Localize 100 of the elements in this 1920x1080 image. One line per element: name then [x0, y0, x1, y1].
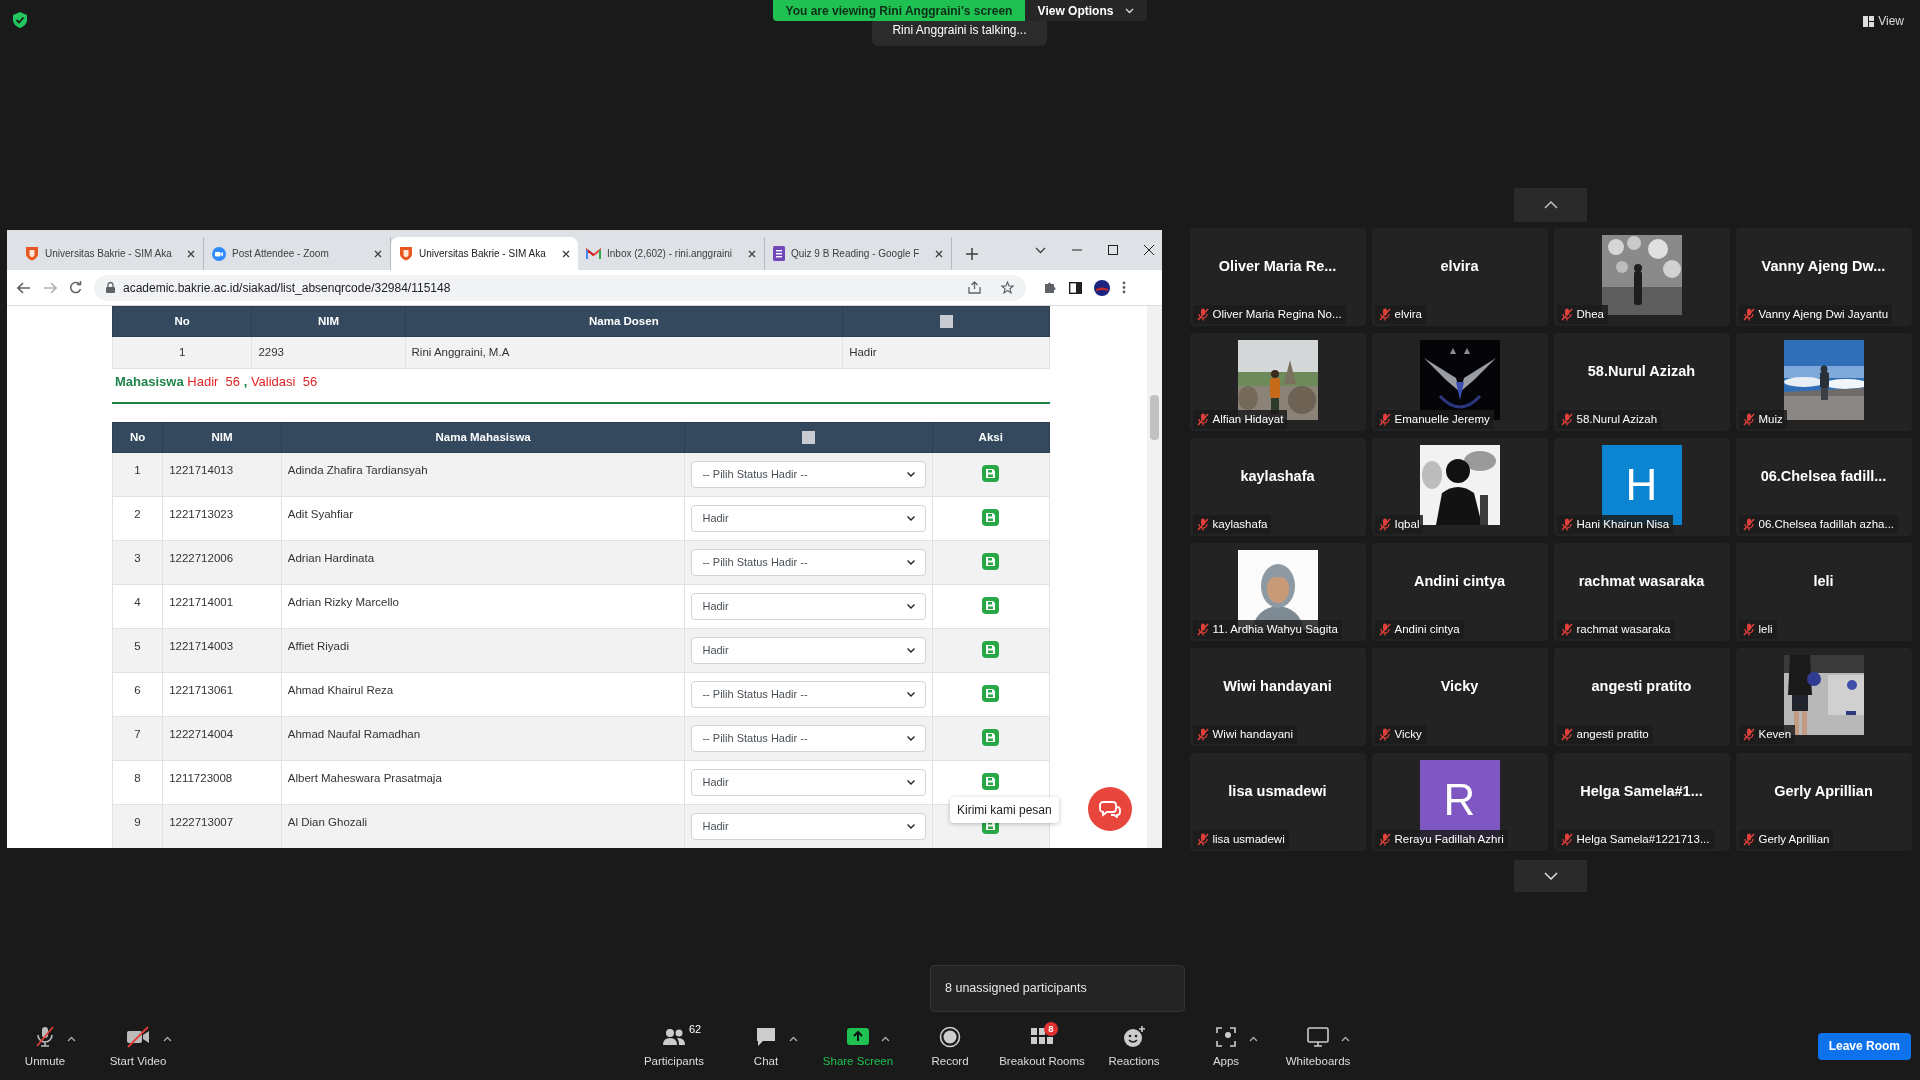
caret-icon[interactable] [1341, 1036, 1350, 1042]
status-dropdown[interactable]: Hadir [691, 505, 926, 532]
caret-icon[interactable] [67, 1036, 76, 1042]
browser-tab[interactable]: Inbox (2,602) - rini.anggraini [578, 237, 765, 270]
save-button[interactable] [982, 509, 1000, 526]
toolbar-button[interactable]: Whiteboards [1272, 1020, 1364, 1072]
toolbar-button[interactable]: Reactions [1088, 1020, 1180, 1072]
participant-label: Wiwi handayani [1212, 726, 1294, 742]
caret-icon[interactable] [1249, 1036, 1258, 1042]
participant-tile[interactable]: angesti pratito angesti pratito [1553, 648, 1730, 746]
view-options-button[interactable]: View Options [1025, 0, 1147, 21]
participant-tile[interactable]: 11. Ardhia Wahyu Sagita [1189, 543, 1366, 641]
save-button[interactable] [982, 685, 1000, 702]
view-button[interactable]: View [1863, 12, 1904, 30]
table-cell: 1 [112, 336, 252, 369]
more-icon[interactable] [1122, 281, 1126, 294]
table-cell: Affiet Riyadi [281, 628, 685, 673]
caret-icon[interactable] [881, 1036, 890, 1042]
scrollbar-thumb[interactable] [1150, 395, 1159, 440]
chevron-down-icon[interactable] [1035, 246, 1046, 254]
profile-avatar[interactable] [1094, 279, 1110, 296]
status-dropdown[interactable]: Hadir [691, 813, 926, 840]
participant-tile[interactable]: R Rerayu Fadillah Azhri [1371, 753, 1548, 851]
participant-tile[interactable]: rachmat wasaraka rachmat wasaraka [1553, 543, 1730, 641]
close-icon[interactable] [935, 249, 943, 258]
status-dropdown[interactable]: -- Pilih Status Hadir -- [691, 461, 926, 488]
chat-button[interactable] [1088, 787, 1132, 831]
close-icon[interactable] [562, 249, 570, 258]
caret-icon[interactable] [789, 1036, 798, 1042]
participant-tile[interactable]: Muiz [1735, 333, 1912, 431]
maximize-icon[interactable] [1108, 245, 1118, 255]
toolbar-button[interactable]: 8 Breakout Rooms [996, 1020, 1088, 1072]
participant-tile[interactable]: kaylashafa kaylashafa [1189, 438, 1366, 536]
table-cell: 1211723008 [162, 760, 282, 805]
participant-tile[interactable]: Gerly Aprillian Gerly Aprillian [1735, 753, 1912, 851]
table-cell: Adinda Zhafira Tardiansyah [281, 452, 685, 497]
save-button[interactable] [982, 773, 1000, 790]
participant-label: Emanuelle Jeremy [1394, 411, 1490, 427]
save-button[interactable] [982, 641, 1000, 658]
participant-tile[interactable]: Dhea [1553, 228, 1730, 326]
side-panel-icon[interactable] [1069, 281, 1082, 294]
status-dropdown[interactable]: Hadir [691, 637, 926, 664]
close-icon[interactable] [187, 249, 195, 258]
close-icon[interactable] [374, 249, 382, 258]
browser-tab[interactable]: Universitas Bakrie - SIM Aka [391, 237, 578, 270]
status-dropdown[interactable]: -- Pilih Status Hadir -- [691, 681, 926, 708]
select-all-checkbox[interactable] [939, 315, 953, 329]
participant-tile[interactable]: lisa usmadewi lisa usmadewi [1189, 753, 1366, 851]
close-icon[interactable] [748, 249, 756, 258]
participant-tile[interactable]: Andini cintya Andini cintya [1371, 543, 1548, 641]
floppy-icon [986, 733, 996, 742]
reload-icon[interactable] [69, 281, 82, 294]
participant-tile[interactable]: Wiwi handayani Wiwi handayani [1189, 648, 1366, 746]
participant-tile[interactable]: Iqbal [1371, 438, 1548, 536]
puzzle-icon[interactable] [1044, 281, 1057, 294]
toolbar-button[interactable]: 62 Participants [628, 1020, 720, 1072]
participant-tile[interactable]: Alfian Hidayat [1189, 333, 1366, 431]
leave-room-button[interactable]: Leave Room [1817, 1032, 1911, 1060]
back-icon[interactable] [17, 281, 31, 294]
table-cell: Adit Syahfiar [281, 496, 685, 541]
chat-bubbles-icon [1099, 800, 1121, 818]
star-icon[interactable] [1001, 281, 1014, 294]
toolbar-button[interactable]: Chat [720, 1020, 812, 1072]
caret-icon[interactable] [163, 1036, 172, 1042]
select-all-checkbox[interactable] [802, 431, 815, 445]
participant-tile[interactable]: elvira elvira [1371, 228, 1548, 326]
participant-tile[interactable]: Oliver Maria Re... Oliver Maria Regina No... [1189, 228, 1366, 326]
toolbar-button[interactable]: Apps [1180, 1020, 1272, 1072]
toolbar-button[interactable]: Record [904, 1020, 996, 1072]
participant-label: Andini cintya [1394, 621, 1460, 637]
save-button[interactable] [982, 729, 1000, 746]
toolbar-button[interactable]: Share Screen [812, 1020, 904, 1072]
address-bar[interactable]: academic.bakrie.ac.id/siakad/list_absenqrcode/32984/115148 [94, 274, 1026, 301]
status-dropdown[interactable]: -- Pilih Status Hadir -- [691, 549, 926, 576]
participant-name: Vicky [1439, 677, 1480, 696]
participant-tile[interactable]: Emanuelle Jeremy [1371, 333, 1548, 431]
save-button[interactable] [982, 465, 1000, 482]
participant-tile[interactable]: Vanny Ajeng Dw... Vanny Ajeng Dwi Jayantu [1735, 228, 1912, 326]
browser-tab[interactable]: Quiz 9 B Reading - Google F [765, 237, 952, 270]
close-icon[interactable] [1144, 245, 1154, 255]
participant-tile[interactable]: 06.Chelsea fadill... 06.Chelsea fadillah azha... [1735, 438, 1912, 536]
participant-tile[interactable]: Helga Samela#1... Helga Samela#1221713... [1553, 753, 1730, 851]
plus-icon[interactable] [966, 248, 978, 260]
status-dropdown[interactable]: Hadir [691, 769, 926, 796]
toolbar-button[interactable]: Start Video [90, 1020, 186, 1072]
share-icon[interactable] [968, 281, 981, 294]
browser-tab[interactable]: Universitas Bakrie - SIM Aka [17, 237, 204, 270]
floppy-icon [986, 689, 996, 698]
participant-tile[interactable]: leli leli [1735, 543, 1912, 641]
toolbar-button[interactable]: Unmute [0, 1020, 90, 1072]
status-dropdown[interactable]: -- Pilih Status Hadir -- [691, 725, 926, 752]
participant-tile[interactable]: Keven [1735, 648, 1912, 746]
participant-tile[interactable]: 58.Nurul Azizah 58.Nurul Azizah [1553, 333, 1730, 431]
floppy-icon [986, 469, 996, 478]
participant-tile[interactable]: Vicky Vicky [1371, 648, 1548, 746]
save-button[interactable] [982, 597, 1000, 614]
status-dropdown[interactable]: Hadir [691, 593, 926, 620]
save-button[interactable] [982, 553, 1000, 570]
chat-tooltip: Kirimi kami pesan [950, 797, 1059, 823]
participant-tile[interactable]: H Hani Khairun Nisa [1553, 438, 1730, 536]
